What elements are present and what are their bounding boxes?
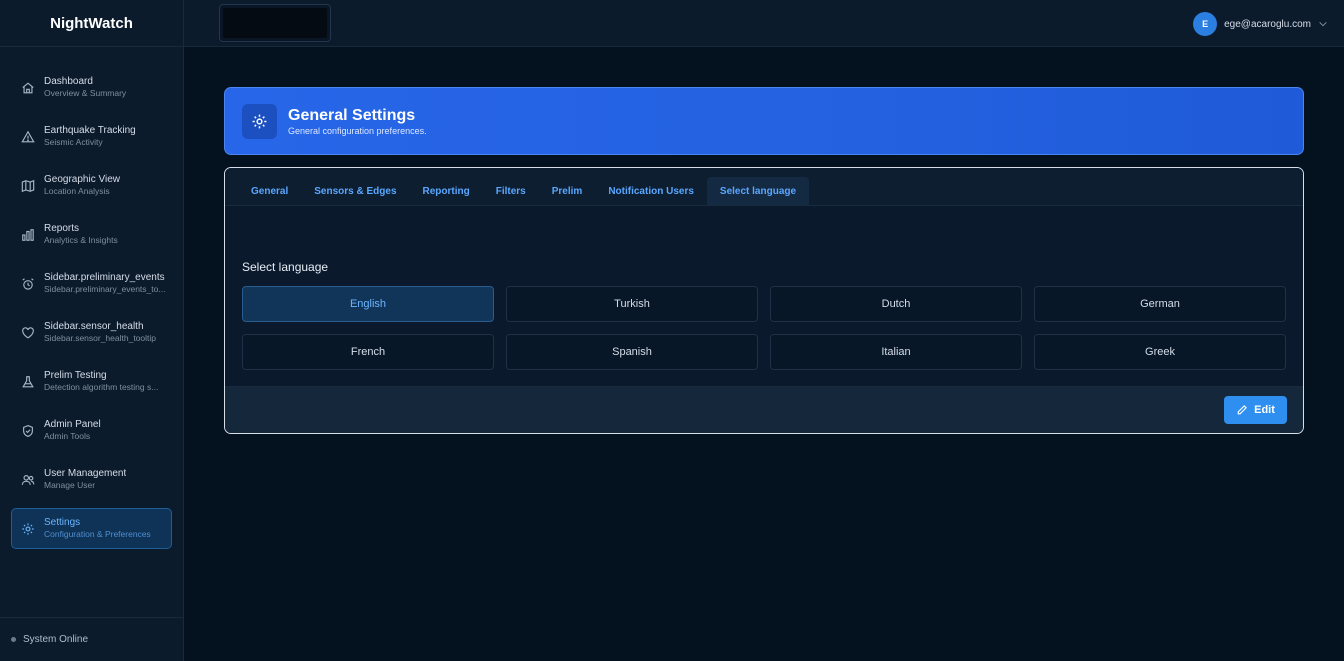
tab-select-language[interactable]: Select language: [706, 177, 810, 205]
sidebar-item-preliminary-events[interactable]: Sidebar.preliminary_events Sidebar.preli…: [11, 263, 172, 304]
sidebar-item-subtitle: Sidebar.sensor_health_tooltip: [44, 333, 156, 343]
status-dot-icon: [11, 637, 16, 642]
avatar[interactable]: E: [1193, 12, 1218, 36]
tab-general[interactable]: General: [238, 177, 301, 205]
language-section-title: Select language: [242, 260, 329, 274]
system-status-text: System Online: [23, 634, 89, 645]
sidebar-item-subtitle: Sidebar.preliminary_events_to...: [44, 284, 166, 294]
edit-button-label: Edit: [1254, 404, 1275, 416]
gear-icon: [242, 103, 277, 139]
sidebar-item-subtitle: Seismic Activity: [44, 137, 103, 147]
language-option-spanish[interactable]: Spanish: [506, 334, 758, 370]
heart-icon: [21, 326, 35, 340]
sidebar-item-label: User Management: [44, 468, 127, 479]
settings-tabs: General Sensors & Edges Reporting Filter…: [225, 168, 1303, 206]
topbar: E ege@acaroglu.com: [184, 0, 1344, 47]
topbar-logo-placeholder: [223, 8, 327, 38]
tab-notification-users[interactable]: Notification Users: [595, 177, 707, 205]
sidebar-item-subtitle: Admin Tools: [44, 431, 91, 441]
users-icon: [21, 473, 35, 487]
language-option-french[interactable]: French: [242, 334, 494, 370]
chevron-down-icon[interactable]: [1318, 19, 1328, 29]
edit-button[interactable]: Edit: [1224, 396, 1287, 424]
sidebar-item-dashboard[interactable]: Dashboard Overview & Summary: [11, 67, 172, 108]
shield-check-icon: [21, 424, 35, 438]
sidebar-item-sensor-health[interactable]: Sidebar.sensor_health Sidebar.sensor_hea…: [11, 312, 172, 353]
language-options: English Turkish Dutch German French Span…: [242, 286, 1287, 370]
page-title: General Settings: [288, 106, 416, 124]
sidebar-item-subtitle: Analytics & Insights: [44, 235, 118, 245]
sidebar-item-label: Geographic View: [44, 174, 120, 185]
sidebar-item-prelim-testing[interactable]: Prelim Testing Detection algorithm testi…: [11, 361, 172, 402]
sidebar-item-earthquake-tracking[interactable]: Earthquake Tracking Seismic Activity: [11, 116, 172, 157]
sidebar-item-label: Sidebar.sensor_health: [44, 321, 144, 332]
gear-icon: [21, 522, 35, 536]
map-icon: [21, 179, 35, 193]
sidebar-item-settings[interactable]: Settings Configuration & Preferences: [11, 508, 172, 549]
sidebar-item-admin-panel[interactable]: Admin Panel Admin Tools: [11, 410, 172, 451]
sidebar-item-label: Prelim Testing: [44, 370, 107, 381]
tab-sensors-edges[interactable]: Sensors & Edges: [301, 177, 409, 205]
sidebar-item-label: Reports: [44, 223, 80, 234]
sidebar-item-label: Admin Panel: [44, 419, 101, 430]
tab-filters[interactable]: Filters: [483, 177, 539, 205]
sidebar-item-geographic-view[interactable]: Geographic View Location Analysis: [11, 165, 172, 206]
panel-footer: Edit: [225, 386, 1303, 433]
sidebar-item-label: Settings: [44, 517, 81, 528]
language-option-greek[interactable]: Greek: [1034, 334, 1286, 370]
language-option-english[interactable]: English: [242, 286, 494, 322]
sidebar-item-subtitle: Detection algorithm testing s...: [44, 382, 159, 392]
sidebar: NightWatch Dashboard Overview & Summary …: [0, 0, 184, 661]
language-option-italian[interactable]: Italian: [770, 334, 1022, 370]
flask-icon: [21, 375, 35, 389]
language-option-dutch[interactable]: Dutch: [770, 286, 1022, 322]
sidebar-item-subtitle: Configuration & Preferences: [44, 529, 151, 539]
system-status: System Online: [0, 617, 183, 661]
settings-panel: General Sensors & Edges Reporting Filter…: [224, 167, 1304, 434]
tab-reporting[interactable]: Reporting: [410, 177, 483, 205]
sidebar-item-label: Dashboard: [44, 76, 93, 87]
sidebar-item-user-management[interactable]: User Management Manage User: [11, 459, 172, 500]
page-header: General Settings General configuration p…: [224, 87, 1304, 155]
alarm-icon: [21, 277, 35, 291]
user-email: ege@acaroglu.com: [1224, 18, 1311, 30]
sidebar-item-subtitle: Overview & Summary: [44, 88, 127, 98]
sidebar-item-subtitle: Location Analysis: [44, 186, 110, 196]
sidebar-item-subtitle: Manage User: [44, 480, 96, 490]
pencil-icon: [1237, 405, 1248, 415]
sidebar-item-label: Earthquake Tracking: [44, 125, 136, 136]
sidebar-item-label: Sidebar.preliminary_events: [44, 272, 165, 283]
bar-chart-icon: [21, 228, 35, 242]
home-icon: [21, 81, 35, 95]
language-option-turkish[interactable]: Turkish: [506, 286, 758, 322]
warning-icon: [21, 130, 35, 144]
page-subtitle: General configuration preferences.: [288, 125, 427, 136]
sidebar-nav: Dashboard Overview & Summary Earthquake …: [11, 67, 172, 557]
tab-prelim[interactable]: Prelim: [539, 177, 596, 205]
language-section: Select language: [242, 260, 328, 274]
sidebar-item-reports[interactable]: Reports Analytics & Insights: [11, 214, 172, 255]
topbar-logo-box[interactable]: [219, 4, 331, 42]
language-option-german[interactable]: German: [1034, 286, 1286, 322]
app-logo[interactable]: NightWatch: [0, 0, 183, 47]
user-menu[interactable]: E ege@acaroglu.com: [1193, 12, 1328, 36]
